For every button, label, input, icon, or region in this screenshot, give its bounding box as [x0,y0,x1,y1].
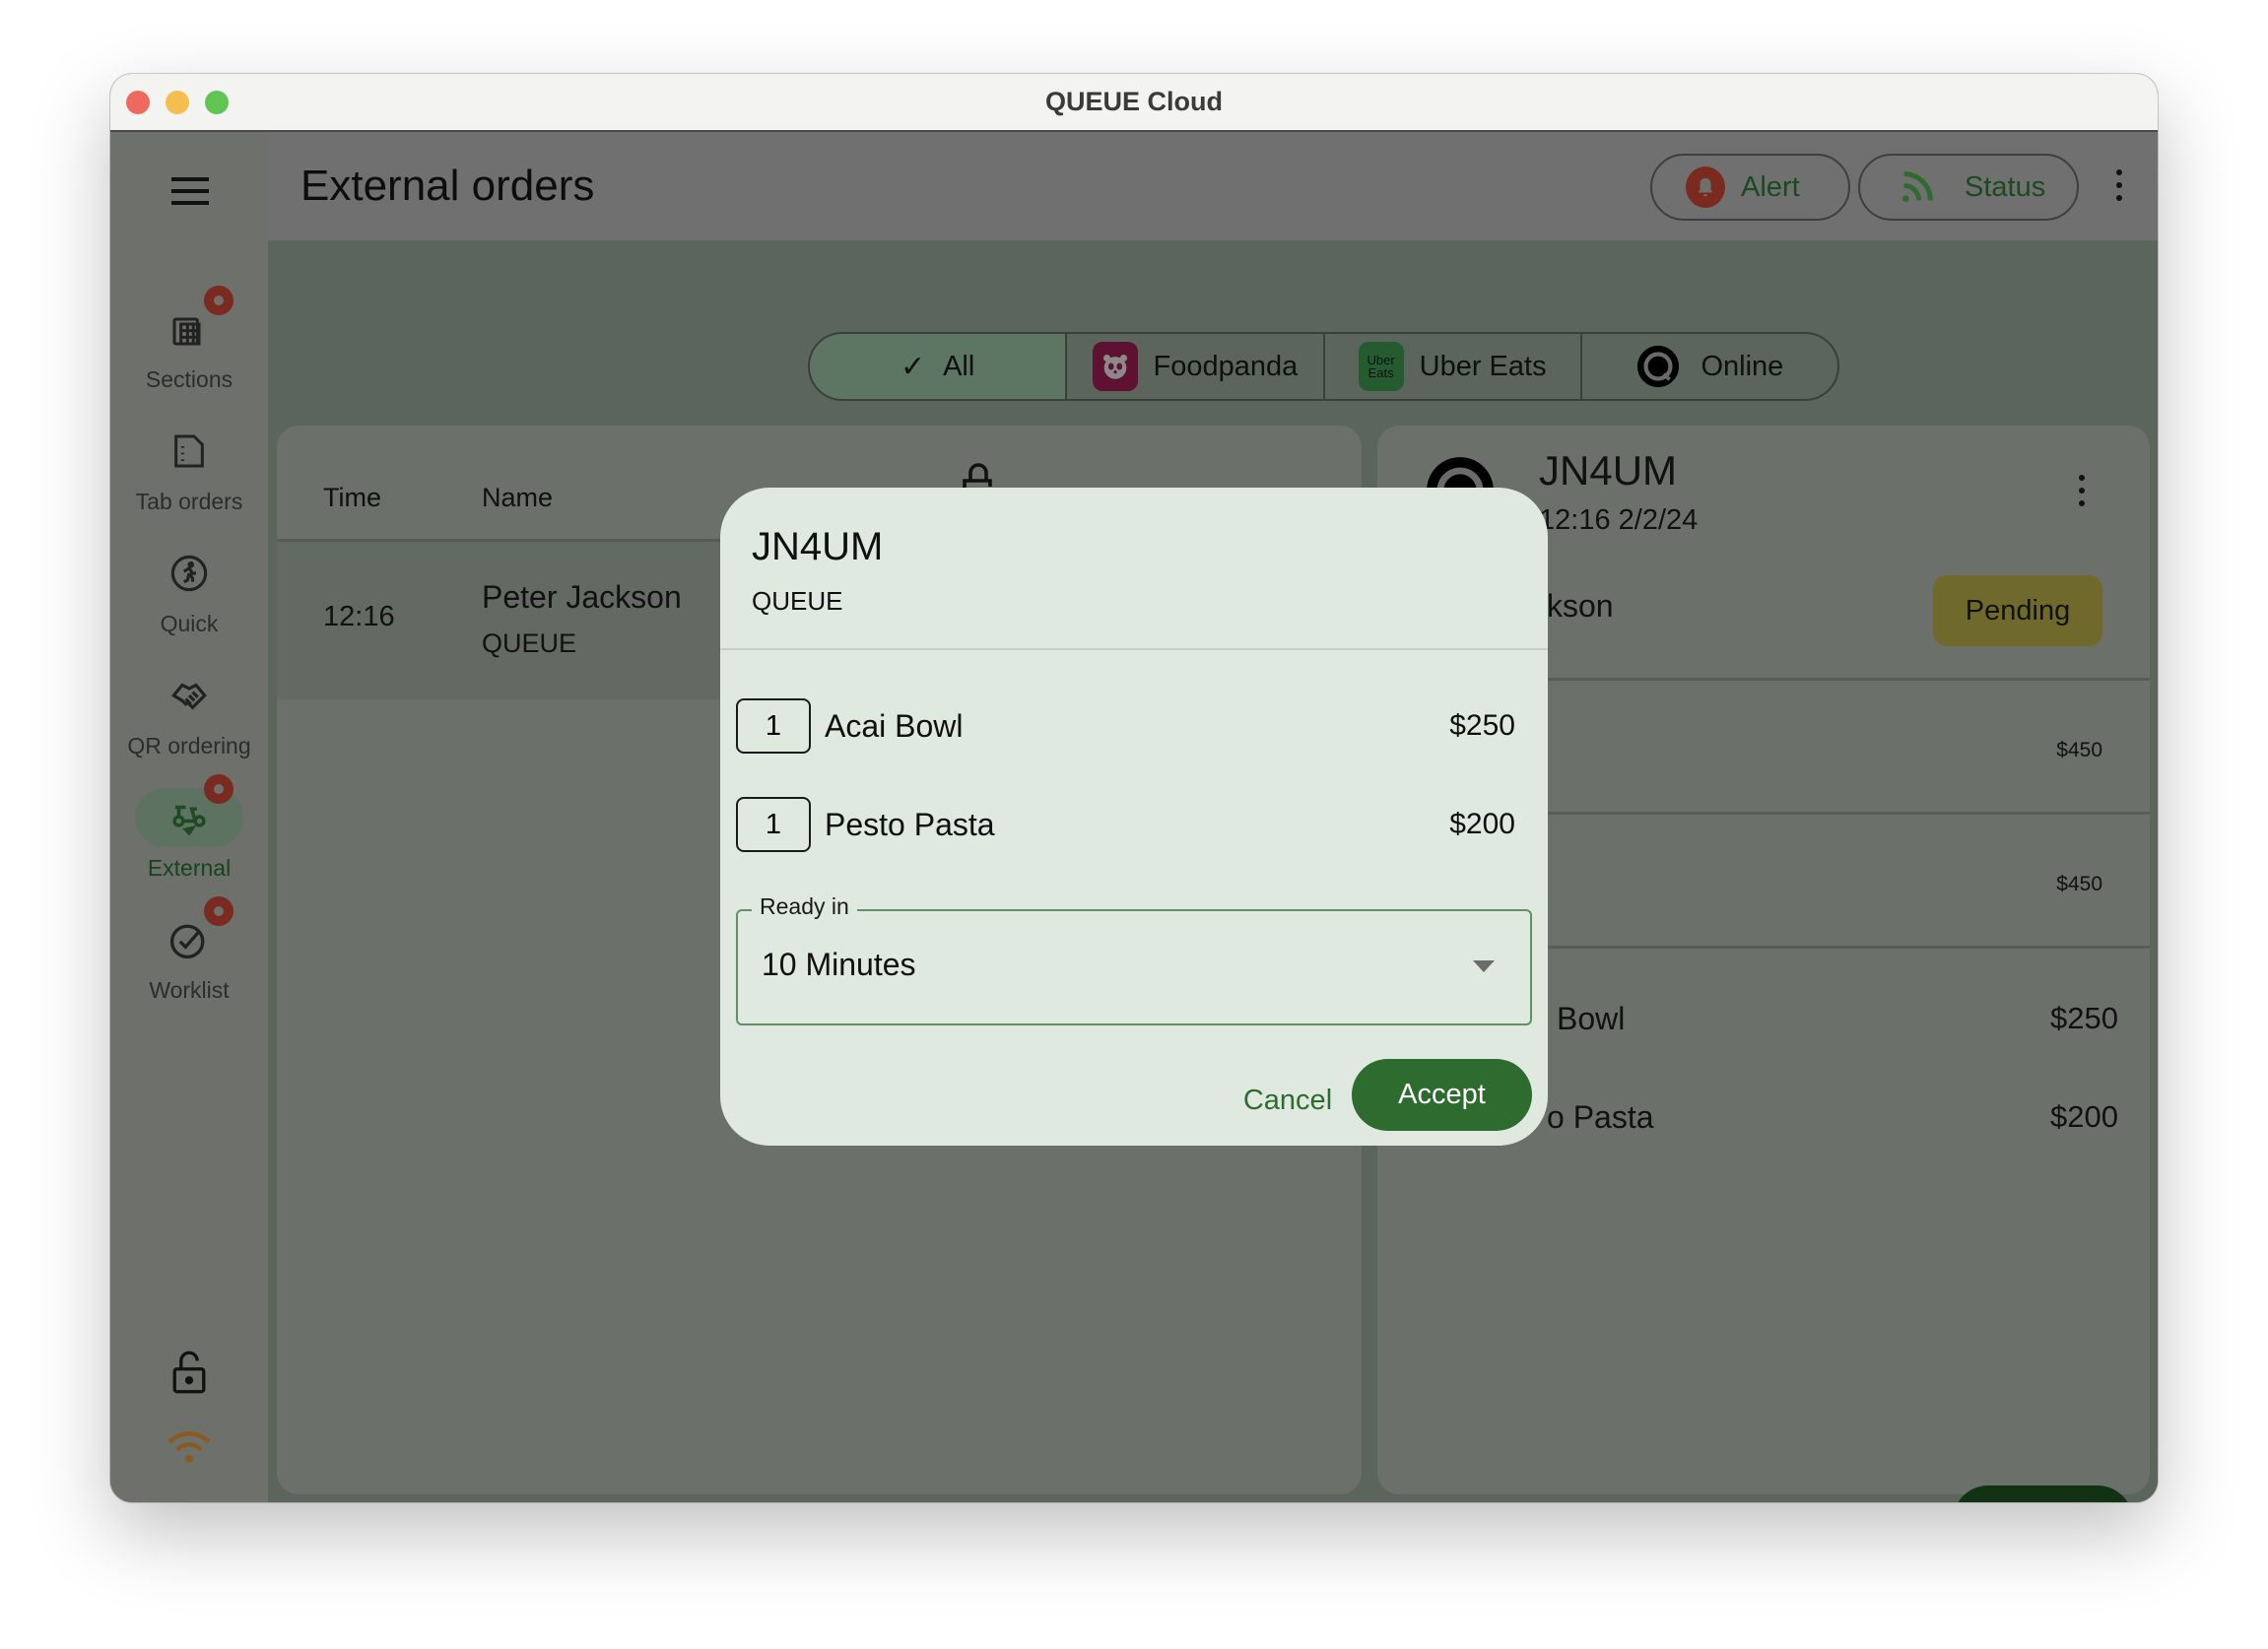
line-item-price: $200 [2050,1099,2118,1134]
rss-signal-icon [1902,171,1933,202]
accept-order-dialog: JN4UM QUEUE 1 Acai Bowl $250 1 Pesto Pas… [720,488,1548,1146]
chip-label: Online [1701,350,1784,382]
line-item-price: $250 [2050,1001,2118,1035]
dialog-subtitle: QUEUE [752,586,843,616]
dialog-title: JN4UM [752,525,884,568]
alert-label: Alert [1741,170,1800,203]
notification-badge [204,286,233,315]
more-options-icon[interactable] [2079,475,2087,506]
handshake-icon [170,683,207,710]
chip-label: All [943,350,975,382]
more-options-icon[interactable] [2116,169,2124,201]
sections-icon [172,317,201,346]
status-label: Status [1965,170,2046,203]
order-source: QUEUE [482,628,577,658]
item-name: Pesto Pasta [825,806,995,842]
filter-chip-foodpanda[interactable]: Foodpanda [1065,334,1322,399]
source-filter: ✓ All Foodpanda Uber Eats Uber Eats Onlin… [808,332,1839,401]
page-title: External orders [300,162,595,210]
sidebar-item-label: QR ordering [127,733,251,759]
order-time: 12:16 [323,601,395,632]
order-code: JN4UM [1539,447,1678,494]
filter-chip-uber-eats[interactable]: Uber Eats Uber Eats [1322,334,1580,399]
cancel-button[interactable]: Cancel [1209,1065,1367,1136]
item-price: $250 [1449,709,1515,742]
worklist-check-icon [169,924,205,959]
sidebar-item-label: External [147,855,232,881]
column-header-time[interactable]: Time [323,483,381,513]
sidebar-item-label: Sections [145,366,233,392]
queue-logo-icon [1637,345,1680,388]
alert-button[interactable]: Alert [1650,154,1850,221]
order-datetime: 12:16 2/2/24 [1539,504,1699,536]
title-bar: QUEUE Cloud [110,74,2158,132]
sidebar-item-worklist[interactable]: Worklist [110,896,268,1004]
wifi-icon[interactable] [166,1430,213,1466]
divider [720,648,1548,650]
chip-label: Uber Eats [1419,350,1547,382]
tab-orders-icon [174,434,204,468]
page-header: External orders Alert Status [268,132,2158,240]
quick-icon [170,555,208,592]
sidebar-item-sections[interactable]: Sections [110,286,268,393]
window-title: QUEUE Cloud [1045,87,1223,116]
sidebar-item-label: Quick [160,611,219,636]
accept-order-button[interactable]: Accept [1953,1485,2133,1502]
dialog-line-item: 1 Pesto Pasta $200 [736,795,1515,854]
order-customer-name: Peter Jackson [482,579,682,615]
filter-chip-online[interactable]: Online [1579,334,1837,399]
status-badge: Pending [1933,575,2102,646]
dropdown-arrow-icon [1473,960,1495,972]
check-icon: ✓ [900,350,926,383]
line-item-name: Bowl [1557,1001,1626,1036]
uber-eats-logo-icon: Uber Eats [1358,342,1404,391]
ready-in-label: Ready in [752,893,857,920]
line-item-name: o Pasta [1547,1099,1654,1135]
quantity-box: 1 [736,797,811,852]
sidebar-item-tab-orders[interactable]: Tab orders [110,422,268,515]
status-button[interactable]: Status [1858,154,2079,221]
sidebar: Sections Tab orders Quick QR ordering Ex… [110,132,268,1502]
chip-label: Foodpanda [1153,350,1299,382]
bell-icon [1686,166,1725,208]
column-header-name[interactable]: Name [482,483,553,513]
customer-name: kson [1547,588,1614,624]
delivery-scooter-icon [172,805,206,836]
sidebar-item-label: Tab orders [135,489,243,514]
subtotal: $450 [2056,873,2102,895]
sidebar-item-quick[interactable]: Quick [110,544,268,637]
notification-badge [204,896,233,926]
foodpanda-logo-icon [1092,342,1138,391]
notification-badge [204,774,233,804]
sidebar-item-label: Worklist [149,977,230,1003]
dialog-line-item: 1 Acai Bowl $250 [736,696,1515,756]
ready-in-value: 10 Minutes [762,947,916,982]
item-name: Acai Bowl [825,707,964,744]
accept-button[interactable]: Accept [1352,1059,1532,1131]
lock-open-icon[interactable] [169,1350,209,1395]
sidebar-item-qr-ordering[interactable]: QR ordering [110,666,268,759]
item-price: $200 [1449,808,1515,840]
filter-chip-all[interactable]: ✓ All [810,334,1066,399]
menu-icon[interactable] [171,177,209,205]
quantity-box: 1 [736,698,811,754]
sidebar-item-external[interactable]: External [110,774,268,882]
subtotal: $450 [2056,739,2102,761]
logout-icon[interactable] [167,1501,211,1502]
ready-in-select[interactable]: Ready in 10 Minutes [736,893,1532,1025]
